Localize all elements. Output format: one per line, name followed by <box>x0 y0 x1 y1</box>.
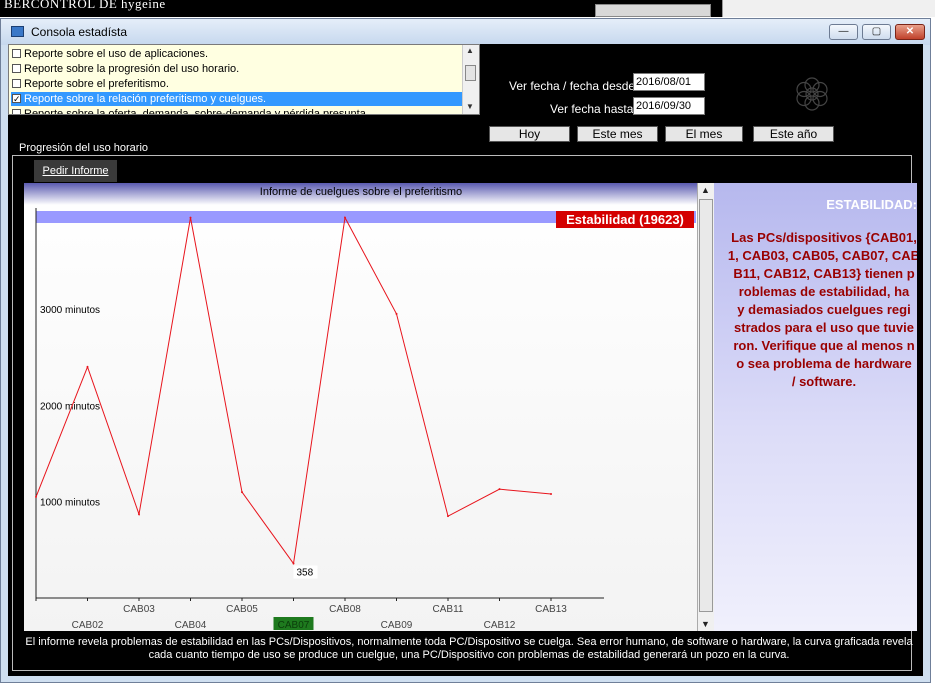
data-point <box>447 515 449 518</box>
app-icon <box>11 26 24 37</box>
x-tick-label: CAB12 <box>484 620 516 631</box>
group-label: Progresión del uso horario <box>17 142 151 154</box>
stability-message-line: y demasiados cuelgues regi <box>737 302 911 317</box>
report-checkbox[interactable] <box>12 64 21 73</box>
report-checkbox[interactable] <box>12 49 21 58</box>
stability-message-line: 1, CAB03, CAB05, CAB07, CAB <box>727 248 917 263</box>
x-tick-label: CAB04 <box>175 620 207 631</box>
stability-message-line: strados para el uso que tuvie <box>734 320 914 335</box>
report-item[interactable]: ✓ Reporte sobre la relación preferitismo … <box>11 92 463 106</box>
stability-badge-label: Estabilidad (19623) <box>566 212 684 227</box>
y-tick-label: 1000 minutos <box>40 498 100 509</box>
report-item[interactable]: Reporte sobre la progresión del uso hora… <box>11 62 463 76</box>
report-item-label: Reporte sobre la progresión del uso hora… <box>24 63 240 75</box>
data-point <box>241 491 243 494</box>
report-item[interactable]: Reporte sobre la oferta, demanda, sobre-… <box>11 107 463 115</box>
window-title: Consola estadísta <box>31 25 128 39</box>
background-app-bar <box>595 4 711 17</box>
report-list-scrollbar[interactable]: ▲ ▼ <box>462 45 479 114</box>
date-from-label: Ver fecha / fecha desde <box>509 79 636 93</box>
maximize-button[interactable]: ▢ <box>862 24 891 40</box>
data-point <box>395 312 398 315</box>
date-to-field[interactable]: 2016/09/30 <box>633 97 705 115</box>
chart-scrollbar[interactable]: ▲ ▼ <box>697 183 714 631</box>
stability-message: Las PCs/dispositivos {CAB01, 1, CAB03, CA… <box>714 229 917 391</box>
data-point <box>292 562 295 565</box>
close-button[interactable]: ✕ <box>895 24 925 40</box>
minimize-button[interactable]: — <box>829 24 858 40</box>
report-checkbox[interactable]: ✓ <box>12 94 21 104</box>
scroll-down-icon[interactable]: ▼ <box>701 619 710 629</box>
stability-message-line: roblemas de estabilidad, ha <box>738 284 910 299</box>
report-checkbox[interactable] <box>12 79 21 88</box>
y-tick-label: 3000 minutos <box>40 305 100 316</box>
client-area: Reporte sobre el uso de aplicaciones. Rep… <box>8 44 923 676</box>
data-point <box>550 493 552 495</box>
x-tick-label: CAB09 <box>381 620 413 631</box>
data-point <box>35 495 37 498</box>
background-window-edge <box>722 0 935 17</box>
report-item-label: Reporte sobre la oferta, demanda, sobre-… <box>24 108 366 115</box>
this-year-button[interactable]: Este año <box>753 126 834 142</box>
scroll-down-icon[interactable]: ▼ <box>466 102 474 111</box>
stability-message-line: B11, CAB12, CAB13} tienen p <box>733 266 915 281</box>
report-item-label: Reporte sobre la relación preferitismo y… <box>24 93 267 105</box>
report-item[interactable]: Reporte sobre el uso de aplicaciones. <box>11 47 463 61</box>
data-point <box>498 488 501 491</box>
x-tick-label: CAB03 <box>123 604 155 615</box>
chart-panel: Informe de cuelgues sobre el preferitism… <box>24 183 714 631</box>
scroll-thumb[interactable] <box>465 65 476 81</box>
data-point <box>189 216 192 219</box>
chart-background <box>24 183 697 631</box>
data-point <box>344 216 346 219</box>
this-month-button[interactable]: Este mes <box>577 126 658 142</box>
stability-title: ESTABILIDAD: <box>826 197 917 212</box>
x-tick-label: CAB08 <box>329 604 361 615</box>
stability-message-line: Las PCs/dispositivos {CAB01, <box>731 230 917 245</box>
x-tick-label: CAB11 <box>433 604 464 615</box>
chart-title: Informe de cuelgues sobre el preferitism… <box>260 186 462 198</box>
last-month-button[interactable]: El mes pasado <box>665 126 743 155</box>
tab-pedir-informe[interactable]: Pedir Informe <box>34 160 117 182</box>
report-list[interactable]: Reporte sobre el uso de aplicaciones. Rep… <box>8 44 480 115</box>
background-app-strip: BERCONTROL DE hygeine <box>0 0 722 17</box>
scroll-thumb[interactable] <box>699 199 713 612</box>
report-checkbox[interactable] <box>12 109 21 114</box>
scroll-up-icon[interactable]: ▲ <box>701 185 710 195</box>
date-from-field[interactable]: 2016/08/01 <box>633 73 705 91</box>
x-tick-label: CAB13 <box>535 604 567 615</box>
x-tick-label: CAB02 <box>72 620 104 631</box>
x-tick-label: CAB05 <box>226 604 258 615</box>
today-button[interactable]: Hoy <box>489 126 570 142</box>
background-app-title: BERCONTROL DE hygeine <box>4 0 166 11</box>
stability-info-panel: ESTABILIDAD: Las PCs/dispositivos {CAB01… <box>714 183 917 631</box>
data-label: 358 <box>297 568 314 579</box>
x-tick-label: CAB07 <box>278 620 310 631</box>
app-logo-icon <box>796 77 828 111</box>
stability-message-line: o sea problema de hardware <box>736 356 912 371</box>
data-point <box>138 513 140 516</box>
scroll-up-icon[interactable]: ▲ <box>466 46 474 55</box>
report-item-label: Reporte sobre el preferitismo. <box>24 78 169 90</box>
main-window: Consola estadísta — ▢ ✕ Reporte sobre el… <box>0 18 931 683</box>
date-to-label: Ver fecha hasta <box>550 102 634 116</box>
report-item-label: Reporte sobre el uso de aplicaciones. <box>24 48 209 60</box>
title-bar[interactable]: Consola estadísta — ▢ ✕ <box>1 19 930 45</box>
stability-message-line: ron. Verifique que al menos n <box>733 338 915 353</box>
stability-message-line: / software. <box>791 374 857 389</box>
data-point <box>86 365 89 368</box>
line-chart: Informe de cuelgues sobre el preferitism… <box>24 183 697 631</box>
report-description: El informe revela problemas de estabilid… <box>25 636 913 661</box>
report-item[interactable]: Reporte sobre el preferitismo. <box>11 77 463 91</box>
